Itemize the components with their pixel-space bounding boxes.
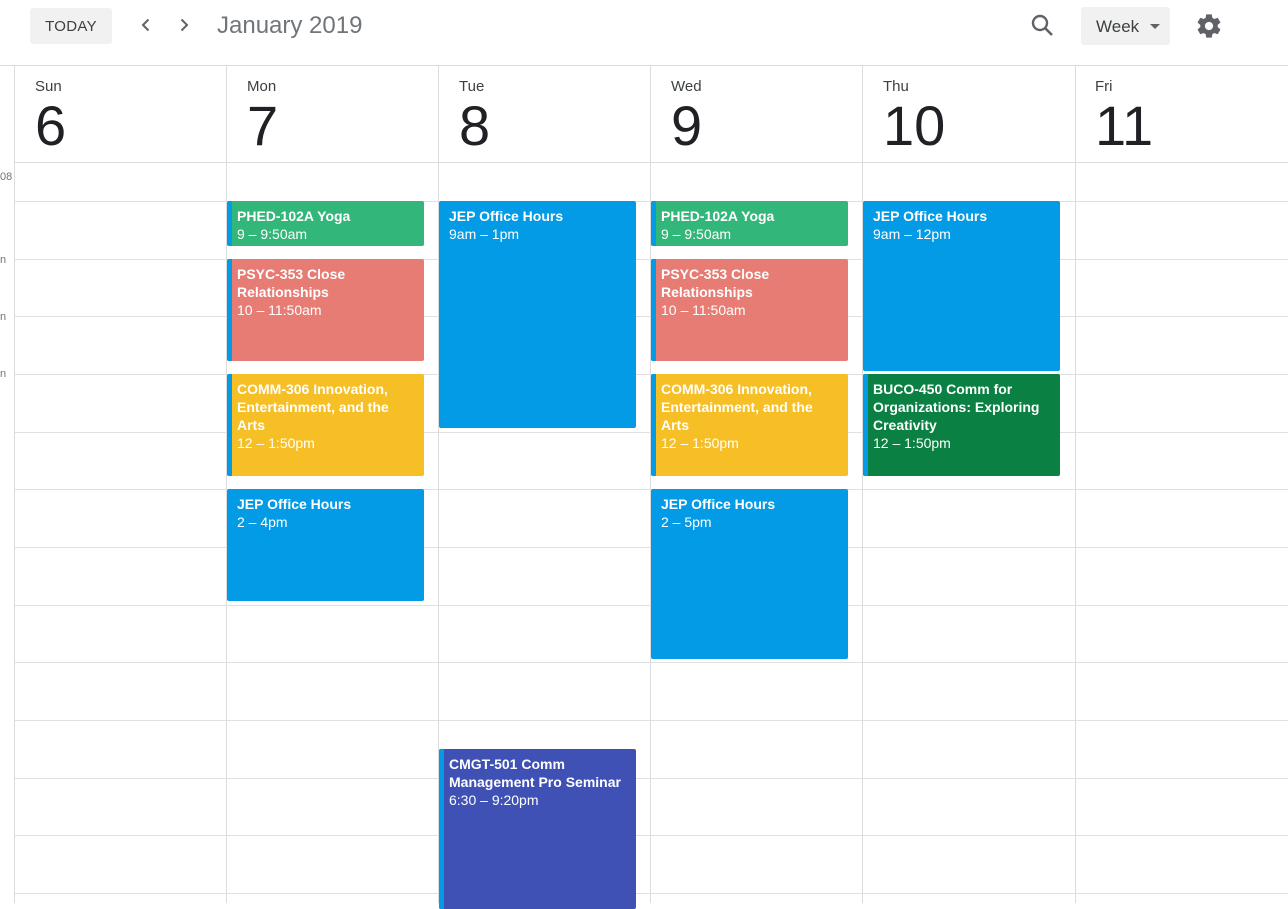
header-divider — [15, 162, 1288, 163]
event-time: 12 – 1:50pm — [873, 435, 951, 451]
event-accent-bar — [227, 374, 232, 476]
settings-button[interactable] — [1195, 12, 1223, 40]
day-header-wed[interactable]: Wed 9 — [651, 66, 863, 162]
event-title: JEP Office Hours — [449, 208, 564, 224]
calendar-event[interactable]: JEP Office Hours 9am – 1pm — [439, 201, 636, 428]
week-grid: 08 n n n Sun 6 Mon 7 Tue 8 Wed 9 Thu 10 Fri 11 PHED-102A… — [0, 65, 1288, 909]
calendar-toolbar: TODAY January 2019 Week — [0, 0, 1288, 65]
event-accent-bar — [227, 201, 232, 246]
day-of-week-label: Fri — [1095, 78, 1113, 95]
caret-down-icon — [1150, 24, 1160, 29]
day-header-thu[interactable]: Thu 10 — [863, 66, 1075, 162]
event-time: 2 – 4pm — [237, 514, 288, 530]
event-time: 12 – 1:50pm — [237, 435, 315, 451]
calendar-event[interactable]: JEP Office Hours 2 – 4pm — [227, 489, 424, 601]
event-accent-bar — [439, 749, 444, 909]
event-time: 12 – 1:50pm — [661, 435, 739, 451]
search-icon — [1031, 14, 1053, 36]
event-accent-bar — [651, 374, 656, 476]
time-label: n — [0, 368, 7, 380]
prev-week-button[interactable] — [133, 12, 159, 38]
day-number[interactable]: 8 — [459, 96, 490, 156]
event-time: 9 – 9:50am — [237, 226, 308, 242]
next-week-button[interactable] — [171, 12, 197, 38]
event-title: PSYC-353 Close Relationships — [661, 266, 770, 300]
day-header-sun[interactable]: Sun 6 — [15, 66, 227, 162]
calendar-event[interactable]: COMM-306 Innovation, Entertainment, and … — [227, 374, 424, 476]
day-header-tue[interactable]: Tue 8 — [439, 66, 651, 162]
chevron-right-icon — [180, 18, 189, 32]
event-title: COMM-306 Innovation, Entertainment, and … — [237, 381, 389, 433]
day-number[interactable]: 7 — [247, 96, 278, 156]
event-title: CMGT-501 Comm Management Pro Seminar — [449, 756, 621, 790]
event-time: 10 – 11:50am — [661, 302, 746, 318]
day-of-week-label: Mon — [247, 78, 277, 95]
event-title: JEP Office Hours — [237, 496, 352, 512]
calendar-event[interactable]: PHED-102A Yoga 9 – 9:50am — [651, 201, 848, 246]
calendar-event[interactable]: CMGT-501 Comm Management Pro Seminar 6:30… — [439, 749, 636, 909]
hour-gridline — [15, 835, 1288, 836]
event-title: PHED-102A Yoga — [661, 208, 775, 224]
calendar-event[interactable]: BUCO-450 Comm for Organizations: Explori… — [863, 374, 1060, 476]
day-number[interactable]: 11 — [1095, 96, 1153, 156]
calendar-event[interactable]: PHED-102A Yoga 9 – 9:50am — [227, 201, 424, 246]
event-time: 6:30 – 9:20pm — [449, 792, 539, 808]
event-accent-bar — [651, 259, 656, 361]
day-of-week-label: Tue — [459, 78, 485, 95]
event-time: 9am – 1pm — [449, 226, 520, 242]
event-title: PHED-102A Yoga — [237, 208, 351, 224]
hour-gridline — [15, 662, 1288, 663]
calendar-event[interactable]: JEP Office Hours 9am – 12pm — [863, 201, 1060, 371]
time-label: n — [0, 311, 7, 323]
calendar-event[interactable]: PSYC-353 Close Relationships 10 – 11:50am — [227, 259, 424, 361]
event-title: PSYC-353 Close Relationships — [237, 266, 346, 300]
event-title: BUCO-450 Comm for Organizations: Explori… — [873, 381, 1040, 433]
day-header-fri[interactable]: Fri 11 — [1075, 66, 1287, 162]
event-title: COMM-306 Innovation, Entertainment, and … — [661, 381, 813, 433]
event-accent-bar — [651, 201, 656, 246]
view-dropdown-label: Week — [1096, 17, 1140, 36]
day-number[interactable]: 10 — [883, 96, 945, 156]
hour-gridline — [15, 893, 1288, 894]
event-time: 9 – 9:50am — [661, 226, 732, 242]
calendar-event[interactable]: JEP Office Hours 2 – 5pm — [651, 489, 848, 659]
event-accent-bar — [227, 259, 232, 361]
time-label: 08 — [0, 171, 13, 183]
search-button[interactable] — [1030, 13, 1056, 39]
day-of-week-label: Wed — [671, 78, 702, 95]
calendar-event[interactable]: PSYC-353 Close Relationships 10 – 11:50am — [651, 259, 848, 361]
event-time: 2 – 5pm — [661, 514, 712, 530]
hour-gridline — [15, 778, 1288, 779]
view-dropdown[interactable]: Week — [1081, 7, 1170, 45]
chevron-left-icon — [141, 18, 150, 32]
day-of-week-label: Sun — [35, 78, 62, 95]
day-of-week-label: Thu — [883, 78, 909, 95]
event-accent-bar — [863, 374, 868, 476]
event-title: JEP Office Hours — [873, 208, 988, 224]
calendar-event[interactable]: COMM-306 Innovation, Entertainment, and … — [651, 374, 848, 476]
time-label: n — [0, 254, 7, 266]
day-header-mon[interactable]: Mon 7 — [227, 66, 439, 162]
day-number[interactable]: 6 — [35, 96, 66, 156]
day-number[interactable]: 9 — [671, 96, 702, 156]
today-button[interactable]: TODAY — [30, 8, 112, 44]
event-time: 10 – 11:50am — [237, 302, 322, 318]
event-time: 9am – 12pm — [873, 226, 951, 242]
hour-gridline — [15, 720, 1288, 721]
event-title: JEP Office Hours — [661, 496, 776, 512]
gear-icon — [1197, 14, 1221, 38]
month-title: January 2019 — [217, 12, 363, 39]
